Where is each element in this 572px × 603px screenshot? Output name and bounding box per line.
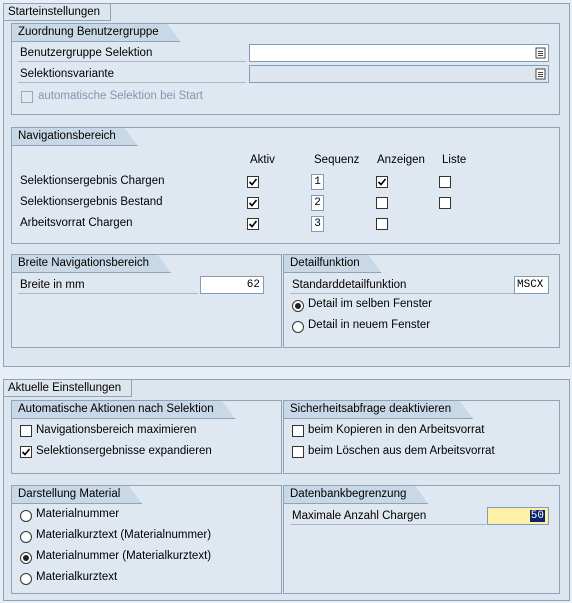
breite-group: Breite Navigationsbereich Breite in mm 6… (11, 254, 282, 348)
materialnummer-materialkurztext-radio[interactable] (20, 552, 32, 564)
starteinstellungen-title: Starteinstellungen (3, 3, 112, 21)
auto-aktionen-title: Automatische Aktionen nach Selektion (11, 400, 236, 419)
auto-selektion-label: automatische Selektion bei Start (38, 90, 203, 102)
darstellung-title: Darstellung Material (11, 485, 142, 504)
materialnummer-radio[interactable] (20, 510, 32, 522)
header-anzeigen: Anzeigen (377, 154, 425, 166)
darstellung-option-label: Materialnummer (Materialkurztext) (36, 550, 212, 562)
nav-row-sequenz-field[interactable]: 1 (311, 174, 324, 190)
aktuelle-einstellungen-title: Aktuelle Einstellungen (3, 379, 133, 397)
darstellung-option-label: Materialnummer (36, 508, 120, 520)
selektionsergebnisse-expandieren-checkbox[interactable] (20, 446, 32, 458)
sicherheit-label: beim Kopieren in den Arbeitsvorrat (308, 424, 485, 436)
datenbank-group: Datenbankbegrenzung Maximale Anzahl Char… (283, 485, 560, 594)
selektionsvariante-label: Selektionsvariante (18, 65, 246, 83)
auto-aktionen-group: Automatische Aktionen nach Selektion Nav… (11, 400, 282, 474)
aktuelle-einstellungen-frame: Aktuelle Einstellungen Automatische Akti… (3, 379, 570, 601)
nav-row-sequenz-field[interactable]: 2 (311, 195, 324, 211)
sicherheit-label: beim Löschen aus dem Arbeitsvorrat (308, 445, 495, 457)
header-sequenz: Sequenz (314, 154, 360, 166)
breite-input[interactable]: 62 (200, 276, 264, 294)
kopieren-checkbox[interactable] (292, 425, 304, 437)
nav-row-label: Selektionsergebnis Bestand (20, 196, 163, 208)
header-aktiv: Aktiv (250, 154, 275, 166)
nav-row-aktiv-checkbox[interactable] (247, 197, 259, 209)
breite-label: Breite in mm (18, 276, 198, 294)
value-help-icon[interactable] (535, 68, 546, 80)
benutzergruppe-label: Benutzergruppe Selektion (18, 44, 246, 62)
auto-aktion-label: Navigationsbereich maximieren (36, 424, 197, 436)
zuordnung-title: Zuordnung Benutzergruppe (11, 23, 181, 42)
darstellung-option-label: Materialkurztext (36, 571, 118, 583)
materialkurztext-materialnummer-radio[interactable] (20, 531, 32, 543)
detail-group: Detailfunktion Standarddetailfunktion MS… (283, 254, 560, 348)
darstellung-group: Darstellung Material Materialnummer Mate… (11, 485, 282, 594)
loeschen-checkbox[interactable] (292, 446, 304, 458)
nav-row-liste-checkbox[interactable] (439, 197, 451, 209)
detail-option-label: Detail im selben Fenster (308, 298, 432, 310)
detail-title: Detailfunktion (283, 254, 382, 273)
benutzergruppe-input[interactable] (249, 44, 549, 62)
materialkurztext-radio[interactable] (20, 573, 32, 585)
sicherheit-group: Sicherheitsabfrage deaktivieren beim Kop… (283, 400, 560, 474)
navigation-title: Navigationsbereich (11, 127, 138, 146)
navigation-group: Navigationsbereich Aktiv Sequenz Anzeige… (11, 127, 560, 244)
breite-title: Breite Navigationsbereich (11, 254, 171, 273)
max-chargen-label: Maximale Anzahl Chargen (290, 507, 486, 525)
detail-neues-fenster-radio[interactable] (292, 321, 304, 333)
value-help-icon[interactable] (535, 47, 546, 59)
detail-selbes-fenster-radio[interactable] (292, 300, 304, 312)
max-chargen-value: 50 (529, 510, 545, 522)
zuordnung-group: Zuordnung Benutzergruppe Benutzergruppe … (11, 23, 560, 115)
darstellung-option-label: Materialkurztext (Materialnummer) (36, 529, 212, 541)
nav-row-label: Arbeitsvorrat Chargen (20, 217, 133, 229)
nav-row-label: Selektionsergebnis Chargen (20, 175, 165, 187)
nav-row-aktiv-checkbox[interactable] (247, 176, 259, 188)
standarddetail-input[interactable]: MSCX (514, 276, 549, 294)
nav-row-anzeigen-checkbox[interactable] (376, 218, 388, 230)
nav-row-anzeigen-checkbox[interactable] (376, 176, 388, 188)
auto-selektion-checkbox[interactable] (21, 91, 33, 103)
header-liste: Liste (442, 154, 467, 166)
nav-row-liste-checkbox[interactable] (439, 176, 451, 188)
navigationsbereich-maximieren-checkbox[interactable] (20, 425, 32, 437)
nav-row-anzeigen-checkbox[interactable] (376, 197, 388, 209)
selektionsvariante-input[interactable] (249, 65, 549, 83)
detail-option-label: Detail in neuem Fenster (308, 319, 431, 331)
nav-row-sequenz-field[interactable]: 3 (311, 216, 324, 232)
auto-aktion-label: Selektionsergebnisse expandieren (36, 445, 212, 457)
datenbank-title: Datenbankbegrenzung (283, 485, 428, 504)
sicherheit-title: Sicherheitsabfrage deaktivieren (283, 400, 473, 419)
max-chargen-input[interactable]: 50 (487, 507, 549, 525)
starteinstellungen-frame: Starteinstellungen Zuordnung Benutzergru… (3, 3, 570, 367)
nav-row-aktiv-checkbox[interactable] (247, 218, 259, 230)
standarddetail-label: Standarddetailfunktion (290, 276, 514, 294)
